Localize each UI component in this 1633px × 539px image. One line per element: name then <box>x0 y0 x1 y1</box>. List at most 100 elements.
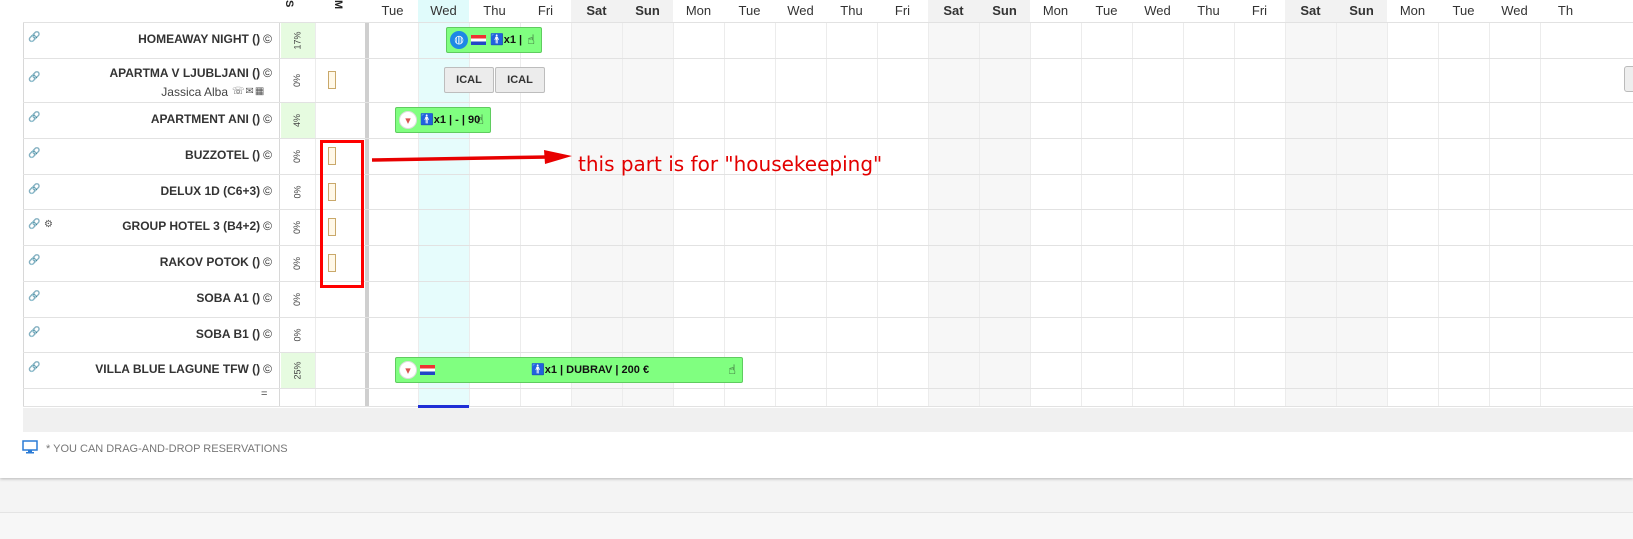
reservation-bar[interactable]: ▾ 🚹x1 | DUBRAV | 200 € ☝ <box>395 357 743 383</box>
day-divider <box>418 22 419 406</box>
row-divider <box>23 352 1633 353</box>
day-header: Fri <box>1251 3 1268 18</box>
day-column-bg <box>928 22 979 406</box>
copyright-icon[interactable]: © <box>263 184 272 198</box>
croatia-flag-icon <box>471 35 486 46</box>
occupancy-cell: 25% <box>281 353 315 388</box>
copyright-icon[interactable]: © <box>263 148 272 162</box>
day-divider <box>1285 22 1286 406</box>
room-name-label: SOBA B1 () <box>195 326 261 341</box>
day-header: Sat <box>571 0 622 22</box>
globe-icon: ◍ <box>450 31 468 50</box>
day-header: Tue <box>738 3 761 18</box>
copyright-icon[interactable]: © <box>263 291 272 305</box>
day-header: Thu <box>840 3 863 18</box>
brand-icon: ▾ <box>399 111 417 130</box>
room-name-label: SOBA A1 () <box>196 291 261 305</box>
day-header: Thu <box>1197 3 1220 18</box>
monitor-icon <box>22 440 38 454</box>
offscreen-reservation-edge[interactable] <box>1624 66 1633 92</box>
day-header: Fri <box>894 3 911 18</box>
ical-button[interactable]: ICAL <box>444 67 494 93</box>
row-divider <box>23 22 1633 23</box>
reservation-bar[interactable]: ◍ 🚹x1 | ☝ <box>446 27 542 53</box>
row-divider <box>23 317 1633 318</box>
day-divider <box>1540 22 1541 406</box>
day-divider <box>979 22 980 406</box>
room-name[interactable]: GROUP HOTEL 3 (B4+2) © <box>28 219 272 233</box>
drag-drop-note: * YOU CAN DRAG-AND-DROP RESERVATIONS <box>46 443 288 455</box>
room-name[interactable]: DELUX 1D (C6+3) © <box>28 184 272 198</box>
day-divider <box>877 22 878 406</box>
row-divider <box>23 138 1633 139</box>
occupancy-value: 17% <box>292 31 303 50</box>
room-name[interactable]: SOBA B1 () © <box>28 327 272 341</box>
housekeeping-status-box[interactable] <box>328 71 336 89</box>
copyright-icon[interactable]: © <box>263 362 272 376</box>
drag-hand-icon[interactable]: ☝ <box>527 28 535 52</box>
day-divider <box>1336 22 1337 406</box>
day-header: Mon <box>1042 3 1069 18</box>
day-header: Fri <box>537 3 554 18</box>
occupancy-cell: 0% <box>281 318 315 352</box>
room-name[interactable]: APARTMENT ANI () © <box>28 112 272 126</box>
room-name[interactable]: VILLA BLUE LAGUNE TFW () © <box>28 362 272 376</box>
copyright-icon[interactable]: © <box>263 219 272 233</box>
housekeeping-column-header: M <box>330 0 364 22</box>
day-header: Sun <box>979 0 1030 22</box>
room-name[interactable]: SOBA A1 () © <box>28 291 272 305</box>
copyright-icon[interactable]: © <box>263 255 272 269</box>
room-name[interactable]: APARTMA V LJUBLJANI () © <box>28 66 272 80</box>
grid-footer-band <box>23 408 1633 432</box>
ical-button[interactable]: ICAL <box>495 67 545 93</box>
occupancy-cell: 0% <box>281 210 315 245</box>
day-divider <box>1081 22 1082 406</box>
day-header: Tue <box>1095 3 1118 18</box>
day-divider <box>571 22 572 406</box>
copyright-icon[interactable]: © <box>263 32 272 46</box>
day-header: Mon <box>685 3 712 18</box>
room-name[interactable]: RAKOV POTOK () © <box>28 255 272 269</box>
day-header: Sat <box>928 0 979 22</box>
occupancy-column-header: S <box>281 0 315 22</box>
row-divider <box>23 209 1633 210</box>
reservation-label: 🚹x1 | <box>490 34 523 46</box>
bottom-strip <box>0 512 1633 539</box>
drag-hand-icon[interactable]: ☝ <box>728 358 736 382</box>
day-divider <box>1234 22 1235 406</box>
day-column-bg <box>1285 22 1336 406</box>
annotation-arrow <box>371 150 572 164</box>
day-divider <box>928 22 929 406</box>
guest-contact-icons[interactable]: ☏✉▦ <box>232 86 265 97</box>
day-column-bg <box>1336 22 1387 406</box>
occupancy-value: 0% <box>292 185 303 199</box>
copyright-icon[interactable]: © <box>263 112 272 126</box>
day-header: Sat <box>1285 0 1336 22</box>
copyright-icon[interactable]: © <box>263 327 272 341</box>
row-divider <box>23 58 1633 59</box>
reservation-bar[interactable]: ▾ 🚹x1 | - | 90 ☝ <box>395 107 491 133</box>
drag-hand-icon[interactable]: ☝ <box>476 108 484 132</box>
day-divider <box>622 22 623 406</box>
room-name-label: APARTMA V LJUBLJANI () <box>109 66 261 80</box>
occupancy-cell: 17% <box>281 23 315 58</box>
copyright-icon[interactable]: © <box>263 66 272 80</box>
occupancy-value: 0% <box>292 256 303 271</box>
occupancy-cell: 0% <box>281 139 315 174</box>
room-name-label: GROUP HOTEL 3 (B4+2) <box>122 219 261 233</box>
grid-divider <box>367 22 369 406</box>
room-name-label: HOMEAWAY NIGHT () <box>138 32 261 46</box>
room-name-label: VILLA BLUE LAGUNE TFW () <box>95 362 261 376</box>
room-name-label: DELUX 1D (C6+3) <box>160 183 261 198</box>
room-name[interactable]: BUZZOTEL () © <box>28 148 272 162</box>
occupancy-value: 25% <box>292 361 303 380</box>
room-name[interactable]: HOMEAWAY NIGHT () © <box>28 32 272 46</box>
guest-name: Jassica Alba <box>161 85 228 99</box>
occupancy-cell: 0% <box>281 59 315 102</box>
day-divider <box>1438 22 1439 406</box>
day-header: Wed <box>418 0 469 22</box>
day-divider <box>1183 22 1184 406</box>
occupancy-cell: 0% <box>281 175 315 209</box>
day-header: Sun <box>622 0 673 22</box>
brand-icon: ▾ <box>399 361 417 380</box>
